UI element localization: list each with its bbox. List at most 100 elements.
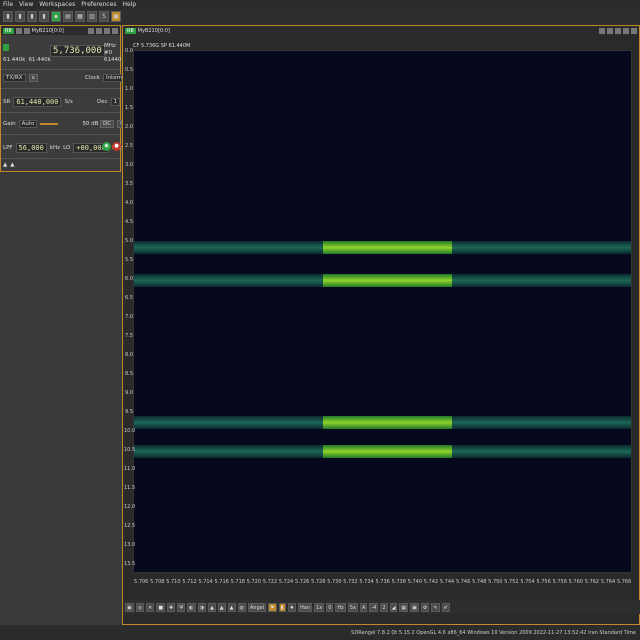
level-select[interactable]: -4 — [369, 602, 379, 612]
plus-icon[interactable]: ✚ — [167, 602, 176, 612]
lock-icon[interactable]: ▣ — [111, 11, 121, 22]
freeze-icon[interactable]: ▣ — [125, 602, 134, 612]
x-tick-label: 5.764 — [600, 579, 616, 585]
marker-3-icon[interactable]: ▲ — [227, 602, 236, 612]
antenna-select[interactable]: TX/RX — [3, 74, 26, 82]
minimize-icon[interactable] — [96, 27, 102, 34]
menu-workspaces[interactable]: Workspaces — [39, 0, 75, 9]
spectrum-badge: R8 — [125, 27, 136, 34]
y-tick-label: 3.0 — [125, 162, 133, 169]
x-tick-label: 5.708 — [150, 579, 165, 585]
add-rx-device-icon[interactable]: ▮ — [3, 11, 13, 22]
colormap-select[interactable]: Angel — [247, 602, 267, 612]
x-tick-label: 5.742 — [423, 579, 439, 585]
y-tick-label: 4.5 — [125, 219, 133, 226]
decimation-select[interactable]: 1 — [110, 98, 121, 106]
span-select[interactable]: 5x — [347, 602, 358, 612]
y-tick-label: 1.0 — [125, 86, 133, 93]
antenna-icon[interactable]: Ψ — [177, 602, 186, 612]
range-select[interactable]: 2 — [380, 602, 388, 612]
info-icon[interactable] — [23, 27, 30, 34]
flag-icon[interactable]: ⚑ — [268, 602, 277, 612]
hz-select[interactable]: Hz — [335, 602, 346, 612]
x-tick-label: 5.744 — [439, 579, 455, 585]
divider — [1, 69, 120, 70]
zoom-icon[interactable]: ◢ — [389, 602, 398, 612]
peak-icon[interactable]: ◑ — [197, 602, 206, 612]
signal-band-sidelobe-right — [451, 241, 631, 255]
record-icon[interactable]: ● — [112, 142, 121, 151]
play-icon[interactable]: ◉ — [102, 142, 111, 151]
y-tick-label: 11.5 — [124, 485, 136, 492]
help-icon[interactable] — [599, 27, 605, 34]
close-icon[interactable] — [631, 27, 637, 34]
stop-icon[interactable]: ■ — [156, 602, 166, 612]
spectrum-title: MyB210[0:0] — [137, 27, 170, 34]
fft-overlap-select[interactable]: 0 — [326, 602, 334, 612]
gain-slider[interactable] — [40, 123, 59, 125]
signal-band-sidelobe-left — [134, 241, 324, 255]
menu-help[interactable]: Help — [123, 0, 137, 9]
signal-band — [134, 273, 631, 287]
highlight-icon[interactable]: ▮ — [278, 602, 286, 612]
cascade-icon[interactable]: ▤ — [63, 11, 73, 22]
measure-icon[interactable]: ✐ — [441, 602, 450, 612]
lpf-label: LPF — [3, 145, 13, 151]
start-stop-icon[interactable] — [3, 44, 9, 51]
status-text: SDRangel 7.8.2 Qt 5.15.2 OpenGL 4.6 x86_… — [351, 630, 636, 636]
globe-icon[interactable]: ◍ — [237, 602, 246, 612]
edit-icon[interactable]: ✎ — [431, 602, 440, 612]
sr-label: SR — [3, 99, 11, 105]
marker-2-icon[interactable]: ▲ — [217, 602, 226, 612]
lpf-dial[interactable]: 56,000 — [15, 143, 47, 153]
trace-icon[interactable]: ◐ — [187, 602, 196, 612]
menu-preferences[interactable]: Preferences — [81, 0, 116, 9]
x-tick-label: 5.756 — [536, 579, 551, 585]
expand-up-icon[interactable]: ▲ — [3, 162, 7, 168]
maximize-icon[interactable] — [623, 27, 629, 34]
x-tick-label: 5.728 — [311, 579, 326, 585]
clock-label: Clock — [85, 75, 100, 81]
gain-mode-select[interactable]: Auto — [18, 120, 38, 128]
save-config-icon[interactable]: S — [99, 11, 109, 22]
y-tick-label: 7.5 — [125, 333, 133, 340]
workspace-toolbar: ▮ ▮ ▮ ▮ ▪ ▤ ▦ ▥ S ▣ — [0, 9, 640, 25]
camera-icon[interactable]: ▣ — [410, 602, 419, 612]
settings-icon[interactable]: ⚙ — [420, 602, 430, 612]
window-select[interactable]: Han — [298, 602, 313, 612]
stack-icon[interactable]: ▥ — [87, 11, 97, 22]
y-tick-label: 13.0 — [124, 542, 136, 549]
sample-rate-dial[interactable]: 61,440,000 — [13, 97, 62, 107]
add-mimo-device-icon[interactable]: ▮ — [27, 11, 37, 22]
expand-up-icon-2[interactable]: ▲ — [10, 162, 14, 168]
close-icon[interactable] — [112, 27, 118, 34]
tile-icon[interactable]: ▦ — [75, 11, 85, 22]
y-tick-label: 3.5 — [125, 181, 133, 188]
signal-band-main — [323, 241, 452, 255]
pin-icon[interactable]: ♦ — [287, 602, 297, 612]
maximize-icon[interactable] — [104, 27, 110, 34]
add-feature-icon[interactable]: ▮ — [39, 11, 49, 22]
grid-icon[interactable]: ▦ — [399, 602, 409, 612]
reset-icon[interactable]: x — [28, 74, 38, 82]
add-channel-icon[interactable]: ▪ — [51, 11, 61, 22]
menu-view[interactable]: View — [19, 0, 33, 9]
sr-unit: S/s — [64, 99, 73, 105]
ref-level-button[interactable]: A — [359, 602, 368, 612]
marker-icon[interactable]: ▲ — [207, 602, 216, 612]
settings-icon[interactable] — [607, 27, 613, 34]
x-tick-label: 5.712 — [182, 579, 197, 585]
freq-left-bot: 61.440k — [28, 57, 51, 63]
menu-file[interactable]: File — [3, 0, 13, 9]
help-icon[interactable] — [88, 27, 94, 34]
waterfall-toggle-icon[interactable]: ◎ — [135, 602, 145, 612]
center-frequency-dial[interactable]: 5,736,000 — [50, 45, 105, 57]
waterfall-display[interactable] — [133, 50, 632, 573]
gear-icon[interactable] — [15, 27, 22, 34]
cross-icon[interactable]: ✕ — [146, 602, 155, 612]
minimize-icon[interactable] — [615, 27, 621, 34]
x-tick-label: 5.730 — [327, 579, 342, 585]
dc-button[interactable]: DC — [100, 120, 115, 128]
average-select[interactable]: 1x — [314, 602, 325, 612]
add-tx-device-icon[interactable]: ▮ — [15, 11, 25, 22]
